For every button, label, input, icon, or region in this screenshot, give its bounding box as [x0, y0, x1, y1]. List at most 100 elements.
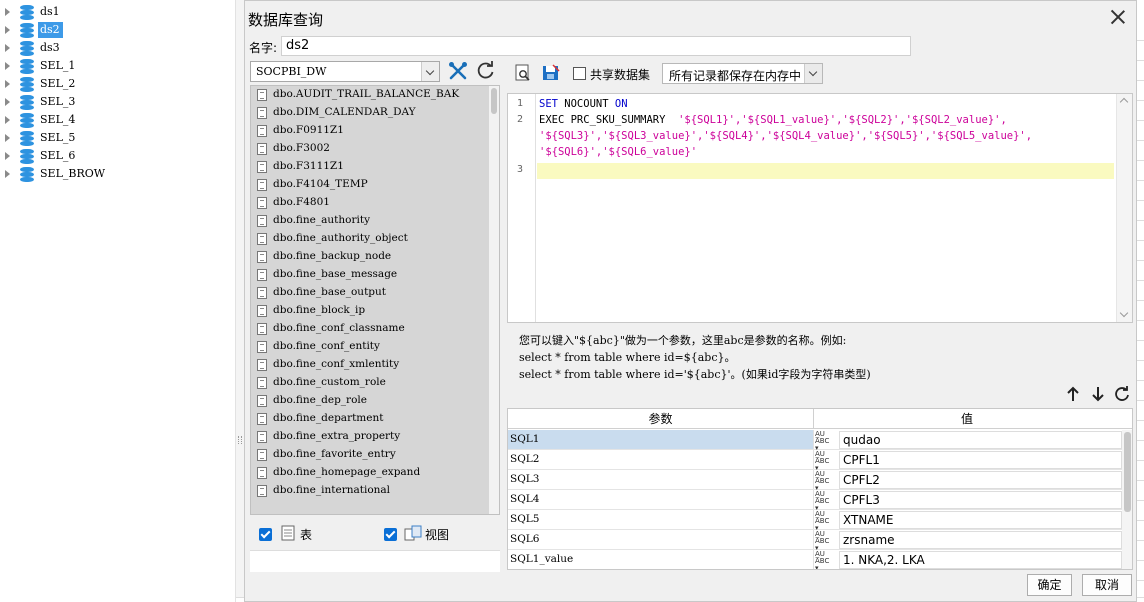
list-item[interactable]: dbo.F4801 — [255, 194, 485, 212]
table-row[interactable]: SQL5 A̲U ABC ▾ XTNAME — [508, 510, 1122, 532]
param-value-input[interactable]: 1. NKA,2. LKA — [839, 551, 1122, 569]
list-item[interactable]: dbo.DIM_CALENDAR_DAY — [255, 104, 485, 122]
params-scrollbar[interactable] — [1122, 430, 1132, 569]
list-item[interactable]: dbo.fine_base_output — [255, 284, 485, 302]
expand-arrow-icon[interactable] — [5, 134, 10, 142]
list-item[interactable]: dbo.fine_authority_object — [255, 230, 485, 248]
expand-arrow-icon[interactable] — [5, 116, 10, 124]
list-item[interactable]: dbo.fine_conf_entity — [255, 338, 485, 356]
editor-scrollbar[interactable] — [1116, 94, 1132, 322]
abc-type-icon[interactable]: A̲U ABC ▾ — [815, 491, 837, 512]
dataset-tree[interactable]: ds1 ds2 ds3 SEL_1 SEL_2 SEL_3 SEL_4 SEL_… — [0, 0, 236, 602]
list-item[interactable]: dbo.fine_department — [255, 410, 485, 428]
ok-button[interactable]: 确定 — [1027, 574, 1072, 596]
expand-arrow-icon[interactable] — [5, 26, 10, 34]
dataset-item-sel-6[interactable]: SEL_6 — [0, 147, 236, 165]
abc-type-icon[interactable]: A̲U ABC ▾ — [815, 531, 837, 552]
list-item[interactable]: dbo.fine_base_message — [255, 266, 485, 284]
param-name[interactable]: SQL4 — [508, 490, 814, 509]
panel-splitter[interactable] — [236, 0, 244, 602]
param-value-input[interactable]: qudao — [839, 431, 1122, 449]
move-up-button[interactable] — [1065, 385, 1081, 403]
list-item[interactable]: dbo.fine_block_ip — [255, 302, 485, 320]
table-search-field[interactable] — [250, 550, 500, 572]
list-item[interactable]: dbo.fine_extra_property — [255, 428, 485, 446]
list-item[interactable]: dbo.F3111Z1 — [255, 158, 485, 176]
param-name[interactable]: SQL1 — [508, 430, 814, 449]
param-value-input[interactable]: CPFL3 — [839, 491, 1122, 509]
dataset-item-sel-4[interactable]: SEL_4 — [0, 111, 236, 129]
share-dataset-checkbox[interactable] — [573, 67, 586, 80]
sql-editor[interactable]: 1 2 3 SET NOCOUNT ON EXEC PRC_SKU_SUMMARY… — [507, 93, 1133, 323]
show-views-checkbox[interactable] — [384, 528, 397, 541]
refresh-params-button[interactable] — [1114, 385, 1130, 403]
database-select[interactable]: SOCPBI_DW — [250, 61, 440, 82]
table-row[interactable]: SQL4 A̲U ABC ▾ CPFL3 — [508, 490, 1122, 512]
scroll-thumb[interactable] — [1124, 432, 1131, 512]
expand-arrow-icon[interactable] — [5, 62, 10, 70]
scroll-thumb[interactable] — [491, 88, 497, 114]
expand-arrow-icon[interactable] — [5, 44, 10, 52]
chevron-down-icon[interactable] — [421, 62, 439, 81]
dataset-item-sel-1[interactable]: SEL_1 — [0, 57, 236, 75]
parameters-table[interactable]: 参数 值 SQL1 A̲U ABC ▾ qudao SQL2 A̲U ABC ▾ CPF… — [507, 408, 1133, 570]
abc-type-icon[interactable]: A̲U ABC ▾ — [815, 551, 837, 570]
param-value-input[interactable]: zrsname — [839, 531, 1122, 549]
list-item[interactable]: dbo.fine_favorite_entry — [255, 446, 485, 464]
list-item[interactable]: dbo.fine_conf_classname — [255, 320, 485, 338]
list-item[interactable]: dbo.fine_authority — [255, 212, 485, 230]
list-item[interactable]: dbo.fine_backup_node — [255, 248, 485, 266]
param-name[interactable]: SQL2 — [508, 450, 814, 469]
expand-arrow-icon[interactable] — [5, 8, 10, 16]
expand-arrow-icon[interactable] — [5, 80, 10, 88]
cancel-button[interactable]: 取消 — [1082, 574, 1132, 596]
list-item[interactable]: dbo.fine_dep_role — [255, 392, 485, 410]
list-item[interactable]: dbo.AUDIT_TRAIL_BALANCE_BAK — [255, 86, 485, 104]
splitter-grip-icon[interactable] — [238, 436, 242, 444]
expand-arrow-icon[interactable] — [5, 98, 10, 106]
dataset-item-sel-2[interactable]: SEL_2 — [0, 75, 236, 93]
list-item[interactable]: dbo.F4104_TEMP — [255, 176, 485, 194]
table-row[interactable]: SQL1 A̲U ABC ▾ qudao — [508, 430, 1122, 452]
expand-arrow-icon[interactable] — [5, 152, 10, 160]
table-row[interactable]: SQL3 A̲U ABC ▾ CPFL2 — [508, 470, 1122, 492]
close-icon[interactable] — [1109, 8, 1127, 26]
dataset-item-ds2[interactable]: ds2 — [0, 21, 236, 39]
table-list[interactable]: dbo.AUDIT_TRAIL_BALANCE_BAK dbo.DIM_CALE… — [250, 85, 500, 515]
list-item[interactable]: dbo.fine_conf_xmlentity — [255, 356, 485, 374]
abc-type-icon[interactable]: A̲U ABC ▾ — [815, 431, 837, 452]
chevron-down-icon[interactable] — [804, 64, 822, 83]
list-item[interactable]: dbo.F3002 — [255, 140, 485, 158]
table-row[interactable]: SQL1_value A̲U ABC ▾ 1. NKA,2. LKA — [508, 550, 1122, 570]
table-row[interactable]: SQL6 A̲U ABC ▾ zrsname — [508, 530, 1122, 552]
param-value-input[interactable]: XTNAME — [839, 511, 1122, 529]
connection-settings-button[interactable] — [447, 60, 469, 82]
abc-type-icon[interactable]: A̲U ABC ▾ — [815, 511, 837, 532]
save-button[interactable] — [541, 63, 563, 85]
dataset-item-ds1[interactable]: ds1 — [0, 3, 236, 21]
name-input[interactable]: ds2 — [281, 36, 911, 56]
refresh-button[interactable] — [475, 60, 497, 82]
preview-button[interactable] — [513, 63, 535, 85]
dataset-item-sel-brow[interactable]: SEL_BROW — [0, 165, 236, 183]
dataset-item-sel-5[interactable]: SEL_5 — [0, 129, 236, 147]
move-down-button[interactable] — [1090, 385, 1106, 403]
abc-type-icon[interactable]: A̲U ABC ▾ — [815, 451, 837, 472]
dataset-item-ds3[interactable]: ds3 — [0, 39, 236, 57]
list-item[interactable]: dbo.fine_custom_role — [255, 374, 485, 392]
table-list-scrollbar[interactable] — [489, 86, 499, 514]
dataset-item-sel-3[interactable]: SEL_3 — [0, 93, 236, 111]
abc-type-icon[interactable]: A̲U ABC ▾ — [815, 471, 837, 492]
param-name[interactable]: SQL6 — [508, 530, 814, 549]
param-name[interactable]: SQL1_value — [508, 550, 814, 569]
show-tables-checkbox[interactable] — [259, 528, 272, 541]
sql-code[interactable]: SET NOCOUNT ON EXEC PRC_SKU_SUMMARY '${SQ… — [539, 96, 1032, 160]
param-name[interactable]: SQL5 — [508, 510, 814, 529]
memory-mode-select[interactable]: 所有记录都保存在内存中 — [662, 63, 823, 84]
list-item[interactable]: dbo.F0911Z1 — [255, 122, 485, 140]
param-value-input[interactable]: CPFL2 — [839, 471, 1122, 489]
param-name[interactable]: SQL3 — [508, 470, 814, 489]
expand-arrow-icon[interactable] — [5, 170, 10, 178]
list-item[interactable]: dbo.fine_homepage_expand — [255, 464, 485, 482]
param-value-input[interactable]: CPFL1 — [839, 451, 1122, 469]
